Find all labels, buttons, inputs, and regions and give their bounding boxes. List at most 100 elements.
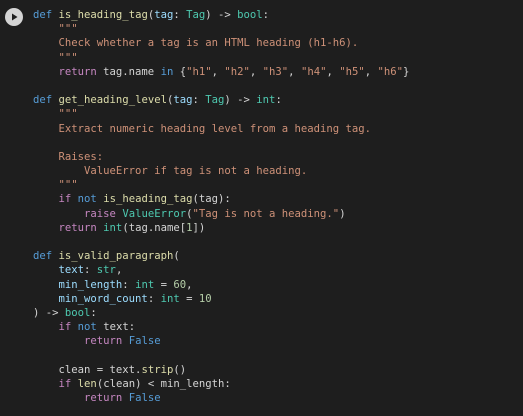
code-token: if xyxy=(33,321,72,334)
code-token: is_valid_paragraph xyxy=(58,250,174,263)
code-token: (clean) < min_length: xyxy=(96,377,231,390)
code-token: """ xyxy=(33,108,78,121)
code-token: , xyxy=(115,264,123,277)
code-line: min_length: int = 60, xyxy=(33,278,409,292)
code-token: tag.name xyxy=(96,65,161,78)
code-token: Extract numeric heading level from a hea… xyxy=(33,122,372,135)
code-token: "h5" xyxy=(339,65,365,78)
code-token: int xyxy=(256,94,276,107)
code-token: """ xyxy=(33,23,78,36)
code-line: """ xyxy=(33,178,409,192)
code-editor[interactable]: def is_heading_tag(tag: Tag) -> bool: ""… xyxy=(33,8,409,405)
code-token: "h6" xyxy=(377,65,404,78)
code-line: """ xyxy=(33,107,409,121)
code-line: clean = text.strip() xyxy=(33,363,409,377)
code-token: , xyxy=(364,65,378,78)
code-token: (tag): xyxy=(192,193,231,206)
code-line: text: str, xyxy=(33,263,409,277)
code-token: : xyxy=(173,9,187,21)
code-token: : xyxy=(84,264,97,277)
code-token: , xyxy=(326,65,340,78)
code-token: , xyxy=(288,65,301,78)
code-token: : xyxy=(275,94,282,107)
code-line: def is_valid_paragraph( xyxy=(33,249,409,263)
code-token: strip xyxy=(141,363,174,376)
code-token: False xyxy=(128,392,161,405)
code-token: int xyxy=(135,278,155,291)
code-token: { xyxy=(173,65,187,78)
code-line: Check whether a tag is an HTML heading (… xyxy=(33,36,409,50)
code-token: """ xyxy=(33,51,78,64)
code-token: return xyxy=(33,221,97,234)
code-line: return False xyxy=(33,334,409,348)
code-token: ]) xyxy=(192,221,206,234)
code-token: : xyxy=(262,9,270,21)
code-token: Check whether a tag is an HTML heading (… xyxy=(33,37,359,50)
code-token: return xyxy=(33,392,123,405)
code-token: Tag xyxy=(205,94,225,107)
code-token: ValueError xyxy=(122,207,187,220)
code-token: } xyxy=(403,65,410,78)
code-token: text xyxy=(33,264,85,277)
code-token: not xyxy=(77,321,97,334)
code-token: if xyxy=(33,193,72,206)
code-token: """ xyxy=(33,179,78,192)
code-token: tag xyxy=(154,9,174,21)
run-cell-button[interactable] xyxy=(5,8,23,26)
code-token: Tag xyxy=(186,9,206,21)
code-token: False xyxy=(128,335,161,348)
code-token: text: xyxy=(96,321,136,334)
code-token: tag xyxy=(173,94,193,107)
code-line: if not is_heading_tag(tag): xyxy=(33,192,409,206)
code-line: def is_heading_tag(tag: Tag) -> bool: xyxy=(33,8,409,22)
code-token: () xyxy=(173,363,187,376)
code-token: return xyxy=(33,335,123,348)
code-token: get_heading_level xyxy=(58,94,167,107)
code-token: "h2" xyxy=(224,65,250,78)
code-token: raise xyxy=(33,207,116,220)
code-line: """ xyxy=(33,51,409,65)
code-token: clean = text. xyxy=(33,363,142,376)
code-token: ) -> xyxy=(33,306,65,319)
code-token: min_word_count xyxy=(33,292,148,305)
code-token: = xyxy=(154,278,174,291)
code-token: return xyxy=(33,65,97,78)
code-token: (tag.name[ xyxy=(122,221,187,234)
code-token: bool xyxy=(64,306,91,319)
code-token: , xyxy=(186,278,193,291)
play-icon xyxy=(12,13,18,21)
code-line: Raises: xyxy=(33,150,409,164)
code-token: def xyxy=(33,94,53,107)
code-token: not xyxy=(77,193,97,206)
code-token: ) -> xyxy=(205,9,238,21)
code-token: = xyxy=(179,292,199,305)
code-line: if not text: xyxy=(33,320,409,334)
code-token: str xyxy=(96,264,116,277)
code-token: bool xyxy=(237,9,263,21)
code-line: def get_heading_level(tag: Tag) -> int: xyxy=(33,93,409,107)
code-token: def xyxy=(33,9,53,21)
code-token: : xyxy=(90,306,97,319)
code-token: in xyxy=(160,65,174,78)
code-token: if xyxy=(33,377,72,390)
code-cell[interactable]: def is_heading_tag(tag: Tag) -> bool: ""… xyxy=(0,0,523,416)
code-token: is_heading_tag xyxy=(58,9,148,21)
code-line: raise ValueError("Tag is not a heading."… xyxy=(33,207,409,221)
code-token: ValueError if tag is not a heading. xyxy=(33,165,308,178)
code-token: min_length xyxy=(33,278,123,291)
code-line: if len(clean) < min_length: xyxy=(33,377,409,391)
code-token: : xyxy=(192,94,206,107)
code-line: """ xyxy=(33,22,409,36)
code-token: "h4" xyxy=(300,65,327,78)
code-line: return int(tag.name[1]) xyxy=(33,221,409,235)
code-token: , xyxy=(211,65,225,78)
code-token: : xyxy=(122,278,136,291)
code-token: , xyxy=(249,65,263,78)
code-token: "h1" xyxy=(186,65,212,78)
code-token: Raises: xyxy=(33,150,104,163)
code-token: int xyxy=(160,292,180,305)
